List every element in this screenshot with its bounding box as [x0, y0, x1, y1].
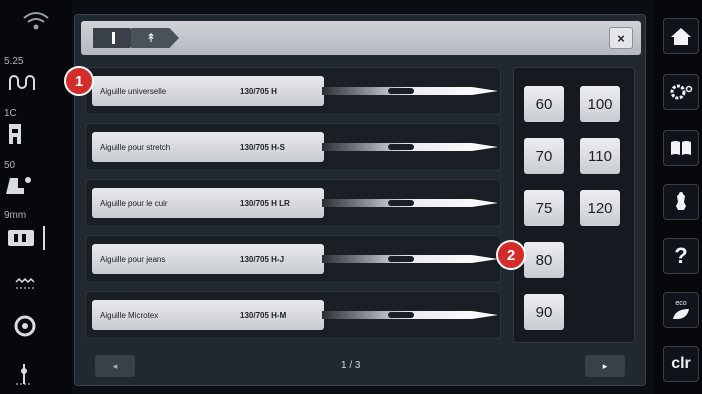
- needle-name: Aiguille pour jeans: [100, 255, 166, 264]
- sewing-form-icon: [676, 192, 686, 210]
- presser-foot-pressure-value: 50: [4, 160, 16, 171]
- size-button-60[interactable]: 60: [524, 86, 564, 122]
- needle-position-icon[interactable]: [0, 362, 72, 388]
- bobbin-icon[interactable]: [0, 314, 72, 338]
- needle-code: 130/705 H-M: [240, 311, 287, 320]
- feed-dog-icon[interactable]: [0, 276, 72, 294]
- stitch-plate-icon[interactable]: [0, 224, 72, 252]
- size-button-120[interactable]: 120: [580, 190, 620, 226]
- needle-name: Aiguille pour le cuir: [100, 199, 168, 208]
- needle-code: 130/705 H: [240, 87, 277, 96]
- title-bar: ↟ ×: [81, 21, 641, 55]
- status-sidebar: 5.25 1C 50 9mm: [0, 0, 72, 394]
- callout-2: 2: [496, 240, 526, 270]
- size-button-75[interactable]: 75: [524, 190, 564, 226]
- needle-image: [322, 255, 498, 263]
- stitch-width-icon[interactable]: [0, 68, 72, 96]
- page-indicator: 1 / 3: [341, 360, 361, 371]
- tension-icon[interactable]: [0, 120, 72, 148]
- needle-type-button[interactable]: Aiguille Microtex 130/705 H-M: [92, 300, 324, 330]
- needle-image: [322, 87, 498, 95]
- needle-type-button[interactable]: Aiguille pour stretch 130/705 H-S: [92, 132, 324, 162]
- prev-page-button[interactable]: ◂: [95, 355, 135, 377]
- needle-list: Aiguille universelle 130/705 H Aiguille …: [85, 67, 501, 351]
- eco-label: eco: [675, 299, 687, 307]
- eco-button[interactable]: eco: [663, 292, 699, 328]
- list-item: Aiguille pour stretch 130/705 H-S: [85, 123, 501, 171]
- tutorial-button[interactable]: [663, 130, 699, 166]
- size-button-110[interactable]: 110: [580, 138, 620, 174]
- book-icon: [671, 141, 691, 155]
- stitch-width-value: 5.25: [4, 56, 24, 67]
- needle-bar-icon: [111, 32, 115, 44]
- needle-code: 130/705 H-S: [240, 143, 285, 152]
- breadcrumb-needle-selection[interactable]: ↟: [131, 28, 179, 48]
- help-button[interactable]: ?: [663, 238, 699, 274]
- list-item: Aiguille Microtex 130/705 H-M: [85, 291, 501, 339]
- needle-name: Aiguille Microtex: [100, 311, 159, 320]
- list-item: Aiguille universelle 130/705 H: [85, 67, 501, 115]
- needle-type-button[interactable]: Aiguille pour jeans 130/705 H-J: [92, 244, 324, 274]
- needle-name: Aiguille pour stretch: [100, 143, 171, 152]
- size-button-90[interactable]: 90: [524, 294, 564, 330]
- presser-foot-icon[interactable]: [0, 172, 72, 198]
- home-icon: [671, 28, 691, 45]
- needle-image: [322, 311, 498, 319]
- needle-type-button[interactable]: Aiguille pour le cuir 130/705 H LR: [92, 188, 324, 218]
- needle-image: [322, 143, 498, 151]
- creative-consultant-button[interactable]: [663, 184, 699, 220]
- needle-image: [322, 199, 498, 207]
- size-button-100[interactable]: 100: [580, 86, 620, 122]
- clear-button[interactable]: clr: [663, 346, 699, 382]
- leaf-icon: [673, 308, 689, 319]
- next-page-button[interactable]: ▸: [585, 355, 625, 377]
- list-item: Aiguille pour jeans 130/705 H-J: [85, 235, 501, 283]
- settings-icon: [670, 84, 693, 100]
- size-button-70[interactable]: 70: [524, 138, 564, 174]
- function-sidebar: ? eco clr: [654, 0, 702, 394]
- needle-name: Aiguille universelle: [100, 87, 167, 96]
- close-button[interactable]: ×: [609, 27, 633, 49]
- size-button-80[interactable]: 80: [524, 242, 564, 278]
- list-item: Aiguille pour le cuir 130/705 H LR: [85, 179, 501, 227]
- needle-code: 130/705 H LR: [240, 199, 290, 208]
- needle-stop-value: 9mm: [4, 210, 27, 221]
- callout-1: 1: [64, 66, 94, 96]
- tension-value: 1C: [4, 108, 17, 119]
- wifi-icon: [0, 10, 72, 34]
- settings-button[interactable]: [663, 74, 699, 110]
- needle-size-panel: 60 100 70 110 75 120 80 90: [513, 67, 635, 343]
- needle-type-button[interactable]: Aiguille universelle 130/705 H: [92, 76, 324, 106]
- needle-selection-icon: ↟: [145, 31, 157, 45]
- home-button[interactable]: [663, 18, 699, 54]
- pagination-bar: ◂ 1 / 3 ▸: [81, 351, 641, 381]
- needle-code: 130/705 H-J: [240, 255, 285, 264]
- needle-selection-window: ↟ × Aiguille universelle 130/705 H Aigui…: [74, 14, 646, 386]
